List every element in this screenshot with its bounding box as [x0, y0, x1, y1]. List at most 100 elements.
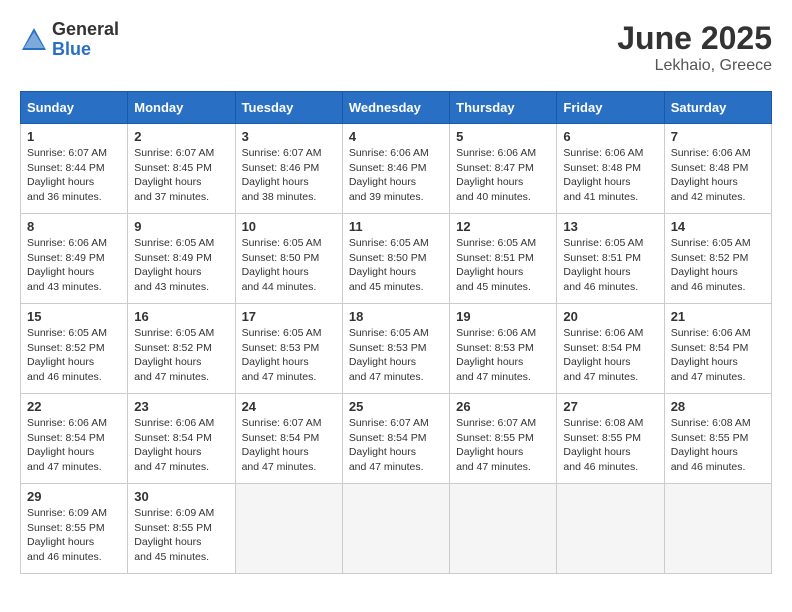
cell-content: Sunrise: 6:05 AMSunset: 8:50 PMDaylight …: [349, 236, 443, 295]
day-number: 1: [27, 129, 121, 144]
location: Lekhaio, Greece: [617, 57, 772, 75]
calendar-cell: 30Sunrise: 6:09 AMSunset: 8:55 PMDayligh…: [128, 484, 235, 574]
day-number: 28: [671, 399, 765, 414]
calendar-header-tuesday: Tuesday: [235, 92, 342, 124]
day-number: 27: [563, 399, 657, 414]
cell-content: Sunrise: 6:05 AMSunset: 8:51 PMDaylight …: [456, 236, 550, 295]
calendar-cell: 27 Sunrise: 6:08 AMSunset: 8:55 PMDayligh…: [557, 394, 664, 484]
calendar-header-thursday: Thursday: [450, 92, 557, 124]
calendar-cell: 25 Sunrise: 6:07 AMSunset: 8:54 PMDayligh…: [342, 394, 449, 484]
calendar-cell: 8Sunrise: 6:06 AMSunset: 8:49 PMDaylight…: [21, 214, 128, 304]
cell-content: Sunrise: 6:05 AMSunset: 8:52 PMDaylight …: [134, 326, 228, 385]
calendar-cell: 23 Sunrise: 6:06 AMSunset: 8:54 PMDayligh…: [128, 394, 235, 484]
day-number: 15: [27, 309, 121, 324]
calendar-cell: 14 Sunrise: 6:05 AMSunset: 8:52 PMDayligh…: [664, 214, 771, 304]
calendar-cell: 9 Sunrise: 6:05 AMSunset: 8:49 PMDaylight…: [128, 214, 235, 304]
cell-content: Sunrise: 6:06 AMSunset: 8:48 PMDaylight …: [671, 146, 765, 205]
calendar-header-wednesday: Wednesday: [342, 92, 449, 124]
logo: General Blue: [20, 20, 119, 60]
calendar-cell: 3 Sunrise: 6:07 AMSunset: 8:46 PMDaylight…: [235, 124, 342, 214]
cell-content: Sunrise: 6:06 AMSunset: 8:46 PMDaylight …: [349, 146, 443, 205]
cell-content: Sunrise: 6:05 AMSunset: 8:52 PMDaylight …: [671, 236, 765, 295]
logo-blue: Blue: [52, 40, 119, 60]
cell-content: Sunrise: 6:08 AMSunset: 8:55 PMDaylight …: [563, 416, 657, 475]
cell-content: Sunrise: 6:09 AMSunset: 8:55 PMDaylight …: [134, 506, 228, 565]
calendar-cell: 19 Sunrise: 6:06 AMSunset: 8:53 PMDayligh…: [450, 304, 557, 394]
cell-content: Sunrise: 6:05 AMSunset: 8:53 PMDaylight …: [242, 326, 336, 385]
logo-text: General Blue: [52, 20, 119, 60]
page-header: General Blue June 2025 Lekhaio, Greece: [20, 20, 772, 75]
cell-content: Sunrise: 6:05 AMSunset: 8:53 PMDaylight …: [349, 326, 443, 385]
calendar-cell: 10 Sunrise: 6:05 AMSunset: 8:50 PMDayligh…: [235, 214, 342, 304]
day-number: 9: [134, 219, 228, 234]
calendar-cell: 12 Sunrise: 6:05 AMSunset: 8:51 PMDayligh…: [450, 214, 557, 304]
calendar-cell: 22 Sunrise: 6:06 AMSunset: 8:54 PMDayligh…: [21, 394, 128, 484]
calendar-header-row: SundayMondayTuesdayWednesdayThursdayFrid…: [21, 92, 772, 124]
day-number: 3: [242, 129, 336, 144]
day-number: 6: [563, 129, 657, 144]
cell-content: Sunrise: 6:06 AMSunset: 8:47 PMDaylight …: [456, 146, 550, 205]
cell-content: Sunrise: 6:05 AMSunset: 8:49 PMDaylight …: [134, 236, 228, 295]
day-number: 2: [134, 129, 228, 144]
calendar-cell: 18 Sunrise: 6:05 AMSunset: 8:53 PMDayligh…: [342, 304, 449, 394]
calendar-cell: 29 Sunrise: 6:09 AMSunset: 8:55 PMDayligh…: [21, 484, 128, 574]
day-number: 23: [134, 399, 228, 414]
day-number: 13: [563, 219, 657, 234]
cell-content: Sunrise: 6:07 AMSunset: 8:45 PMDaylight …: [134, 146, 228, 205]
calendar-cell: 24 Sunrise: 6:07 AMSunset: 8:54 PMDayligh…: [235, 394, 342, 484]
day-number: 25: [349, 399, 443, 414]
cell-content: Sunrise: 6:06 AMSunset: 8:53 PMDaylight …: [456, 326, 550, 385]
calendar-cell: 2 Sunrise: 6:07 AMSunset: 8:45 PMDaylight…: [128, 124, 235, 214]
calendar-week-1: 1 Sunrise: 6:07 AMSunset: 8:44 PMDaylight…: [21, 124, 772, 214]
day-number: 20: [563, 309, 657, 324]
calendar-cell: [664, 484, 771, 574]
day-number: 21: [671, 309, 765, 324]
cell-content: Sunrise: 6:09 AMSunset: 8:55 PMDaylight …: [27, 506, 121, 565]
calendar-header-monday: Monday: [128, 92, 235, 124]
cell-content: Sunrise: 6:06 AMSunset: 8:48 PMDaylight …: [563, 146, 657, 205]
logo-general: General: [52, 20, 119, 40]
day-number: 19: [456, 309, 550, 324]
cell-content: Sunrise: 6:07 AMSunset: 8:44 PMDaylight …: [27, 146, 121, 205]
calendar-cell: 5Sunrise: 6:06 AMSunset: 8:47 PMDaylight…: [450, 124, 557, 214]
cell-content: Sunrise: 6:07 AMSunset: 8:46 PMDaylight …: [242, 146, 336, 205]
calendar-week-4: 22 Sunrise: 6:06 AMSunset: 8:54 PMDayligh…: [21, 394, 772, 484]
day-number: 17: [242, 309, 336, 324]
calendar-cell: [342, 484, 449, 574]
title-block: June 2025 Lekhaio, Greece: [617, 20, 772, 75]
calendar-table: SundayMondayTuesdayWednesdayThursdayFrid…: [20, 91, 772, 574]
day-number: 10: [242, 219, 336, 234]
day-number: 22: [27, 399, 121, 414]
day-number: 29: [27, 489, 121, 504]
cell-content: Sunrise: 6:07 AMSunset: 8:54 PMDaylight …: [242, 416, 336, 475]
calendar-cell: [450, 484, 557, 574]
day-number: 8: [27, 219, 121, 234]
calendar-cell: 21Sunrise: 6:06 AMSunset: 8:54 PMDayligh…: [664, 304, 771, 394]
calendar-cell: 15Sunrise: 6:05 AMSunset: 8:52 PMDayligh…: [21, 304, 128, 394]
calendar-cell: 28 Sunrise: 6:08 AMSunset: 8:55 PMDayligh…: [664, 394, 771, 484]
calendar-cell: 13Sunrise: 6:05 AMSunset: 8:51 PMDayligh…: [557, 214, 664, 304]
day-number: 18: [349, 309, 443, 324]
logo-icon: [20, 26, 48, 54]
day-number: 12: [456, 219, 550, 234]
calendar-cell: [235, 484, 342, 574]
day-number: 26: [456, 399, 550, 414]
day-number: 14: [671, 219, 765, 234]
cell-content: Sunrise: 6:08 AMSunset: 8:55 PMDaylight …: [671, 416, 765, 475]
calendar-cell: 11Sunrise: 6:05 AMSunset: 8:50 PMDayligh…: [342, 214, 449, 304]
cell-content: Sunrise: 6:06 AMSunset: 8:54 PMDaylight …: [27, 416, 121, 475]
calendar-cell: 17 Sunrise: 6:05 AMSunset: 8:53 PMDayligh…: [235, 304, 342, 394]
calendar-week-2: 8Sunrise: 6:06 AMSunset: 8:49 PMDaylight…: [21, 214, 772, 304]
calendar-week-5: 29 Sunrise: 6:09 AMSunset: 8:55 PMDayligh…: [21, 484, 772, 574]
calendar-cell: 20Sunrise: 6:06 AMSunset: 8:54 PMDayligh…: [557, 304, 664, 394]
day-number: 16: [134, 309, 228, 324]
cell-content: Sunrise: 6:07 AMSunset: 8:55 PMDaylight …: [456, 416, 550, 475]
month-title: June 2025: [617, 20, 772, 57]
cell-content: Sunrise: 6:07 AMSunset: 8:54 PMDaylight …: [349, 416, 443, 475]
calendar-cell: 7Sunrise: 6:06 AMSunset: 8:48 PMDaylight…: [664, 124, 771, 214]
cell-content: Sunrise: 6:05 AMSunset: 8:50 PMDaylight …: [242, 236, 336, 295]
day-number: 24: [242, 399, 336, 414]
calendar-cell: 1 Sunrise: 6:07 AMSunset: 8:44 PMDaylight…: [21, 124, 128, 214]
cell-content: Sunrise: 6:06 AMSunset: 8:54 PMDaylight …: [134, 416, 228, 475]
calendar-header-friday: Friday: [557, 92, 664, 124]
